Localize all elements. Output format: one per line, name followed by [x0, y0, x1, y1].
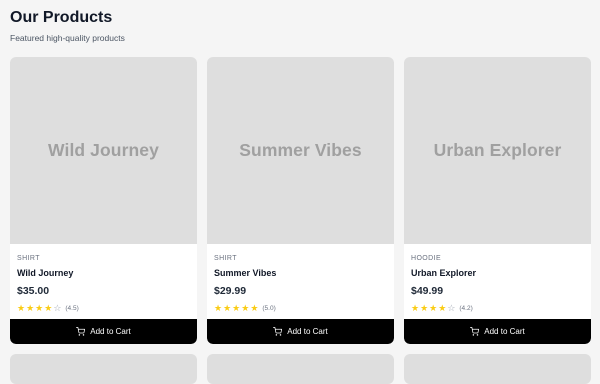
- product-image-text: Wild Journey: [48, 140, 159, 160]
- star-empty-icon: ☆: [447, 302, 456, 313]
- shopping-cart-icon: [273, 327, 283, 336]
- add-to-cart-button[interactable]: Add to Cart: [207, 319, 394, 344]
- product-info: HOODIE Urban Explorer $49.99 ★ ★ ★ ★ ☆ (4.2): [404, 244, 591, 319]
- rating-value: (4.5): [65, 304, 79, 312]
- product-card[interactable]: Summer Vibes SHIRT Summer Vibes $29.99 ★…: [207, 57, 394, 344]
- product-image-text: Summer Vibes: [239, 140, 362, 160]
- star-filled-icon: ★: [250, 302, 259, 313]
- rating-stars: ★ ★ ★ ★ ★: [214, 302, 259, 313]
- star-filled-icon: ★: [26, 302, 35, 313]
- rating-stars: ★ ★ ★ ★ ☆: [411, 302, 456, 313]
- page-subtitle: Featured high-quality products: [10, 33, 125, 43]
- rating-stars: ★ ★ ★ ★ ☆: [17, 302, 62, 313]
- star-filled-icon: ★: [232, 302, 241, 313]
- product-price: $49.99: [411, 285, 444, 297]
- product-category: HOODIE: [411, 255, 442, 262]
- star-filled-icon: ★: [438, 302, 447, 313]
- product-card[interactable]: Wild Journey SHIRT Wild Journey $35.00 ★…: [10, 57, 197, 344]
- product-grid: Wild Journey SHIRT Wild Journey $35.00 ★…: [10, 57, 591, 384]
- star-filled-icon: ★: [44, 302, 53, 313]
- page-title: Our Products: [10, 9, 113, 26]
- product-name[interactable]: Summer Vibes: [214, 268, 387, 278]
- product-category: SHIRT: [214, 255, 237, 262]
- product-image[interactable]: Summer Vibes: [207, 57, 394, 244]
- add-to-cart-label: Add to Cart: [90, 327, 131, 336]
- add-to-cart-button[interactable]: Add to Cart: [404, 319, 591, 344]
- product-image-text: Urban Explorer: [433, 140, 562, 160]
- product-image[interactable]: Wild Journey: [10, 57, 197, 244]
- product-name[interactable]: Urban Explorer: [411, 268, 584, 278]
- product-rating: ★ ★ ★ ★ ★ (5.0): [214, 303, 387, 313]
- product-card-partial[interactable]: [10, 354, 197, 384]
- star-filled-icon: ★: [429, 302, 438, 313]
- product-image[interactable]: [10, 354, 197, 384]
- star-filled-icon: ★: [223, 302, 232, 313]
- star-filled-icon: ★: [411, 302, 420, 313]
- product-name[interactable]: Wild Journey: [17, 268, 190, 278]
- shopping-cart-icon: [76, 327, 86, 336]
- add-to-cart-label: Add to Cart: [484, 327, 525, 336]
- star-filled-icon: ★: [17, 302, 26, 313]
- star-empty-icon: ☆: [53, 302, 62, 313]
- product-card-partial[interactable]: [207, 354, 394, 384]
- page-header: Our Products Featured high-quality produ…: [10, 8, 125, 43]
- product-price: $29.99: [214, 285, 247, 297]
- star-filled-icon: ★: [241, 302, 250, 313]
- product-card[interactable]: Urban Explorer HOODIE Urban Explorer $49…: [404, 57, 591, 344]
- star-filled-icon: ★: [420, 302, 429, 313]
- rating-value: (5.0): [262, 304, 276, 312]
- star-filled-icon: ★: [35, 302, 44, 313]
- rating-value: (4.2): [459, 304, 473, 312]
- add-to-cart-label: Add to Cart: [287, 327, 328, 336]
- product-price: $35.00: [17, 285, 50, 297]
- product-rating: ★ ★ ★ ★ ☆ (4.5): [17, 303, 190, 313]
- star-filled-icon: ★: [214, 302, 223, 313]
- product-image[interactable]: Urban Explorer: [404, 57, 591, 244]
- shopping-cart-icon: [470, 327, 480, 336]
- product-info: SHIRT Summer Vibes $29.99 ★ ★ ★ ★ ★ (5.0): [207, 244, 394, 319]
- product-image[interactable]: [404, 354, 591, 384]
- product-category: SHIRT: [17, 255, 40, 262]
- product-card-partial[interactable]: [404, 354, 591, 384]
- product-rating: ★ ★ ★ ★ ☆ (4.2): [411, 303, 584, 313]
- product-image[interactable]: [207, 354, 394, 384]
- product-info: SHIRT Wild Journey $35.00 ★ ★ ★ ★ ☆ (4.5): [10, 244, 197, 319]
- add-to-cart-button[interactable]: Add to Cart: [10, 319, 197, 344]
